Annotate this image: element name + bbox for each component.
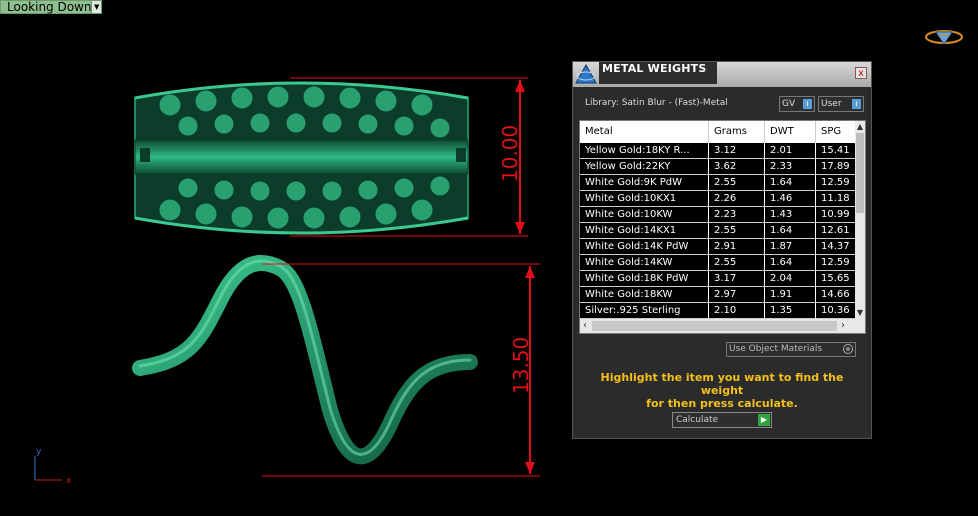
cell-metal: White Gold:10KX1	[580, 191, 709, 206]
gv-toggle[interactable]: GV ı	[779, 96, 815, 112]
horizontal-scroll-thumb[interactable]	[592, 321, 837, 331]
cell-grams: 3.62	[709, 159, 765, 174]
cell-dwt: 1.43	[765, 207, 816, 222]
column-header-metal[interactable]: Metal	[580, 121, 709, 143]
cell-grams: 3.17	[709, 271, 765, 286]
panel-title: METAL WEIGHTS	[599, 62, 717, 84]
panel-header[interactable]: METAL WEIGHTS x	[573, 62, 871, 87]
ring-top-view	[134, 81, 469, 235]
column-header-grams[interactable]: Grams	[709, 121, 765, 143]
cell-dwt: 2.04	[765, 271, 816, 286]
close-button[interactable]: x	[855, 67, 867, 79]
instructions-text: Highlight the item you want to find the …	[583, 371, 861, 410]
instructions-line-1: Highlight the item you want to find the …	[600, 371, 844, 397]
table-body: Yellow Gold:18KY R... 3.12 2.01 15.41 Yello…	[580, 143, 856, 319]
cell-spg: 15.41	[816, 143, 856, 158]
table-row[interactable]: White Gold:9K PdW 2.55 1.64 12.59	[580, 175, 856, 191]
cell-grams: 2.23	[709, 207, 765, 222]
play-arrow-icon: ▶	[758, 414, 770, 426]
calculate-button[interactable]: Calculate ▶	[672, 412, 772, 428]
toggle-knob-icon: ı	[852, 99, 861, 109]
table-row[interactable]: White Gold:14KX1 2.55 1.64 12.61	[580, 223, 856, 239]
axis-x-label: x	[66, 476, 72, 486]
column-header-dwt[interactable]: DWT	[765, 121, 816, 143]
toggle-knob-icon: ı	[803, 99, 812, 109]
table-row[interactable]: Silver:.925 Sterling 2.10 1.35 10.36	[580, 303, 856, 319]
metal-weights-panel: METAL WEIGHTS x Library: Satin Blur - (F…	[572, 61, 872, 439]
cell-grams: 2.55	[709, 255, 765, 270]
gv-toggle-label: GV	[782, 99, 796, 109]
horizontal-scrollbar[interactable]: ‹ ›	[580, 319, 865, 333]
table-row[interactable]: Yellow Gold:22KY 3.62 2.33 17.89	[580, 159, 856, 175]
metal-table[interactable]: Metal Grams DWT SPG Yellow Gold:18KY R..…	[579, 120, 866, 334]
calculate-label: Calculate	[676, 415, 719, 425]
axis-y-label: y	[36, 447, 42, 457]
table-header: Metal Grams DWT SPG	[580, 121, 856, 143]
library-label: Library: Satin Blur - (Fast)-Metal	[585, 98, 728, 108]
cell-metal: White Gold:18K PdW	[580, 271, 709, 286]
cell-metal: White Gold:18KW	[580, 287, 709, 302]
cell-grams: 2.26	[709, 191, 765, 206]
cell-grams: 2.55	[709, 175, 765, 190]
cell-metal: White Gold:10KW	[580, 207, 709, 222]
cell-spg: 12.61	[816, 223, 856, 238]
user-toggle-label: User	[821, 99, 842, 109]
scroll-right-icon[interactable]: ›	[838, 319, 848, 333]
cell-metal: Silver:.925 Sterling	[580, 303, 709, 318]
cell-spg: 17.89	[816, 159, 856, 174]
cell-spg: 15.65	[816, 271, 856, 286]
scroll-up-icon[interactable]: ▲	[855, 122, 865, 132]
cell-dwt: 1.87	[765, 239, 816, 254]
cell-metal: White Gold:14KW	[580, 255, 709, 270]
cell-grams: 2.91	[709, 239, 765, 254]
axis-indicator: y x	[34, 447, 72, 486]
cell-metal: Yellow Gold:18KY R...	[580, 143, 709, 158]
table-row[interactable]: White Gold:18K PdW 3.17 2.04 15.65	[580, 271, 856, 287]
user-toggle[interactable]: User ı	[818, 96, 864, 112]
ring-height-value: 13.50	[509, 337, 533, 394]
cell-metal: White Gold:14K PdW	[580, 239, 709, 254]
cell-spg: 12.59	[816, 255, 856, 270]
cell-spg: 14.66	[816, 287, 856, 302]
table-row[interactable]: Yellow Gold:18KY R... 3.12 2.01 15.41	[580, 143, 856, 159]
cell-grams: 2.10	[709, 303, 765, 318]
cell-grams: 2.55	[709, 223, 765, 238]
table-row[interactable]: White Gold:14KW 2.55 1.64 12.59	[580, 255, 856, 271]
cell-dwt: 1.35	[765, 303, 816, 318]
cell-grams: 3.12	[709, 143, 765, 158]
cell-dwt: 1.91	[765, 287, 816, 302]
cell-metal: White Gold:9K PdW	[580, 175, 709, 190]
cell-dwt: 1.64	[765, 175, 816, 190]
cell-spg: 11.18	[816, 191, 856, 206]
table-row[interactable]: White Gold:10KX1 2.26 1.46 11.18	[580, 191, 856, 207]
scroll-down-icon[interactable]: ▼	[855, 308, 865, 318]
use-object-materials-option[interactable]: Use Object Materials	[726, 342, 856, 357]
vertical-scroll-thumb[interactable]	[856, 133, 864, 213]
radio-icon[interactable]	[843, 344, 853, 354]
cell-metal: Yellow Gold:22KY	[580, 159, 709, 174]
cell-spg: 10.99	[816, 207, 856, 222]
scroll-left-icon[interactable]: ‹	[580, 319, 590, 333]
table-row[interactable]: White Gold:14K PdW 2.91 1.87 14.37	[580, 239, 856, 255]
cell-dwt: 2.33	[765, 159, 816, 174]
cell-spg: 12.59	[816, 175, 856, 190]
cell-metal: White Gold:14KX1	[580, 223, 709, 238]
cell-dwt: 2.01	[765, 143, 816, 158]
table-row[interactable]: White Gold:10KW 2.23 1.43 10.99	[580, 207, 856, 223]
cell-spg: 10.36	[816, 303, 856, 318]
cell-grams: 2.97	[709, 287, 765, 302]
cell-dwt: 1.46	[765, 191, 816, 206]
vertical-scrollbar[interactable]: ▲ ▼	[855, 121, 865, 319]
cell-dwt: 1.64	[765, 223, 816, 238]
table-row[interactable]: White Gold:18KW 2.97 1.91 14.66	[580, 287, 856, 303]
metal-weights-app-icon	[575, 63, 597, 84]
ring-width-value: 10.00	[498, 125, 522, 182]
use-object-materials-label: Use Object Materials	[729, 344, 823, 354]
cell-dwt: 1.64	[765, 255, 816, 270]
ring-side-profile	[132, 254, 478, 465]
instructions-line-2: for then press calculate.	[646, 397, 798, 410]
column-header-spg[interactable]: SPG	[816, 121, 856, 143]
cell-spg: 14.37	[816, 239, 856, 254]
